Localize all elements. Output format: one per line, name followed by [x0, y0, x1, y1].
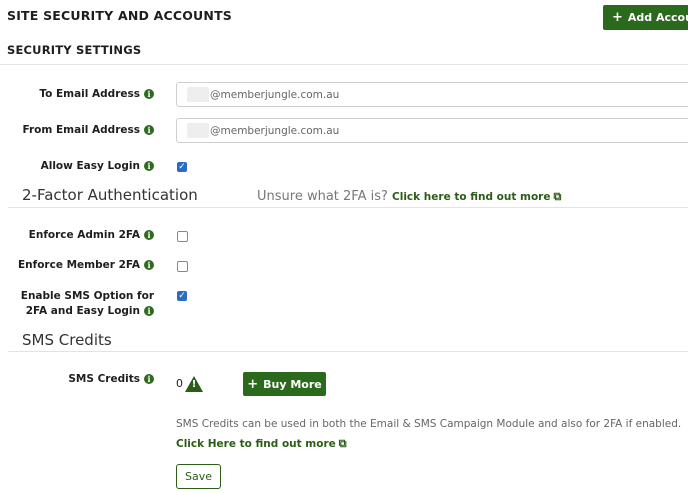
to-email-value: @memberjungle.com.au — [210, 88, 340, 101]
to-email-label: To Email Address i — [2, 88, 154, 100]
sms-credits-label: SMS Credits i — [2, 373, 154, 385]
two-factor-section-title: 2-Factor Authentication — [22, 186, 198, 204]
info-icon[interactable]: i — [144, 305, 154, 316]
external-link-icon[interactable]: ⧉ — [339, 437, 347, 451]
two-factor-hint-text: Unsure what 2FA is? — [257, 189, 388, 204]
info-icon[interactable]: i — [144, 230, 154, 240]
info-icon[interactable]: i — [144, 161, 154, 171]
enforce-admin-2fa-checkbox[interactable] — [177, 231, 188, 242]
plus-icon: + — [247, 376, 259, 392]
external-link-icon[interactable]: ⧉ — [554, 190, 562, 204]
enforce-member-2fa-label: Enforce Member 2FA i — [2, 259, 154, 271]
redacted-text — [187, 123, 209, 138]
header-divider — [0, 64, 688, 65]
buy-more-label: Buy More — [263, 377, 322, 391]
two-factor-info-link[interactable]: Click here to find out more — [392, 191, 550, 203]
info-icon[interactable]: i — [144, 125, 154, 135]
two-factor-hint: Unsure what 2FA is? Click here to find o… — [257, 189, 561, 204]
sms-info-link[interactable]: Click Here to find out more — [176, 438, 336, 450]
add-account-label: Add Accoun — [627, 11, 688, 24]
section-divider — [8, 207, 688, 208]
save-button[interactable]: Save — [176, 464, 221, 489]
plus-icon: + — [612, 10, 623, 25]
sms-option-checkbox[interactable]: ✓ — [177, 291, 187, 301]
allow-easy-login-label-text: Allow Easy Login — [40, 160, 140, 172]
to-email-label-text: To Email Address — [39, 88, 140, 100]
to-email-field[interactable]: @memberjungle.com.au — [176, 82, 688, 107]
page-title: SITE SECURITY AND ACCOUNTS — [7, 8, 232, 23]
enforce-admin-2fa-label: Enforce Admin 2FA i — [2, 229, 154, 241]
info-icon[interactable]: i — [144, 89, 154, 99]
from-email-label-text: From Email Address — [22, 124, 141, 136]
allow-easy-login-checkbox[interactable]: ✓ — [177, 162, 187, 172]
from-email-value: @memberjungle.com.au — [210, 124, 340, 137]
enforce-member-2fa-label-text: Enforce Member 2FA — [18, 259, 140, 271]
warning-exclamation: ! — [191, 379, 197, 390]
sms-option-label-text: Enable SMS Option for 2FA and Easy Login — [20, 290, 154, 317]
sms-credits-label-text: SMS Credits — [68, 373, 140, 385]
info-icon[interactable]: i — [144, 374, 154, 384]
from-email-field[interactable]: @memberjungle.com.au — [176, 118, 688, 143]
section-divider — [8, 351, 688, 352]
redacted-text — [187, 87, 209, 102]
info-icon[interactable]: i — [144, 260, 154, 270]
enforce-admin-2fa-label-text: Enforce Admin 2FA — [28, 229, 140, 241]
sms-credits-section-title: SMS Credits — [22, 331, 112, 349]
sms-credits-description: SMS Credits can be used in both the Emai… — [176, 418, 682, 430]
allow-easy-login-label: Allow Easy Login i — [2, 160, 154, 172]
buy-more-button[interactable]: + Buy More — [243, 372, 326, 396]
sms-info-link-wrap: Click Here to find out more ⧉ — [176, 432, 347, 451]
sms-option-label: Enable SMS Option for 2FA and Easy Login… — [20, 289, 154, 318]
enforce-member-2fa-checkbox[interactable] — [177, 261, 188, 272]
section-subtitle: SECURITY SETTINGS — [7, 43, 142, 57]
from-email-label: From Email Address i — [2, 124, 154, 136]
add-account-button[interactable]: + Add Accoun — [603, 5, 688, 30]
sms-credits-value: 0 — [176, 377, 183, 390]
